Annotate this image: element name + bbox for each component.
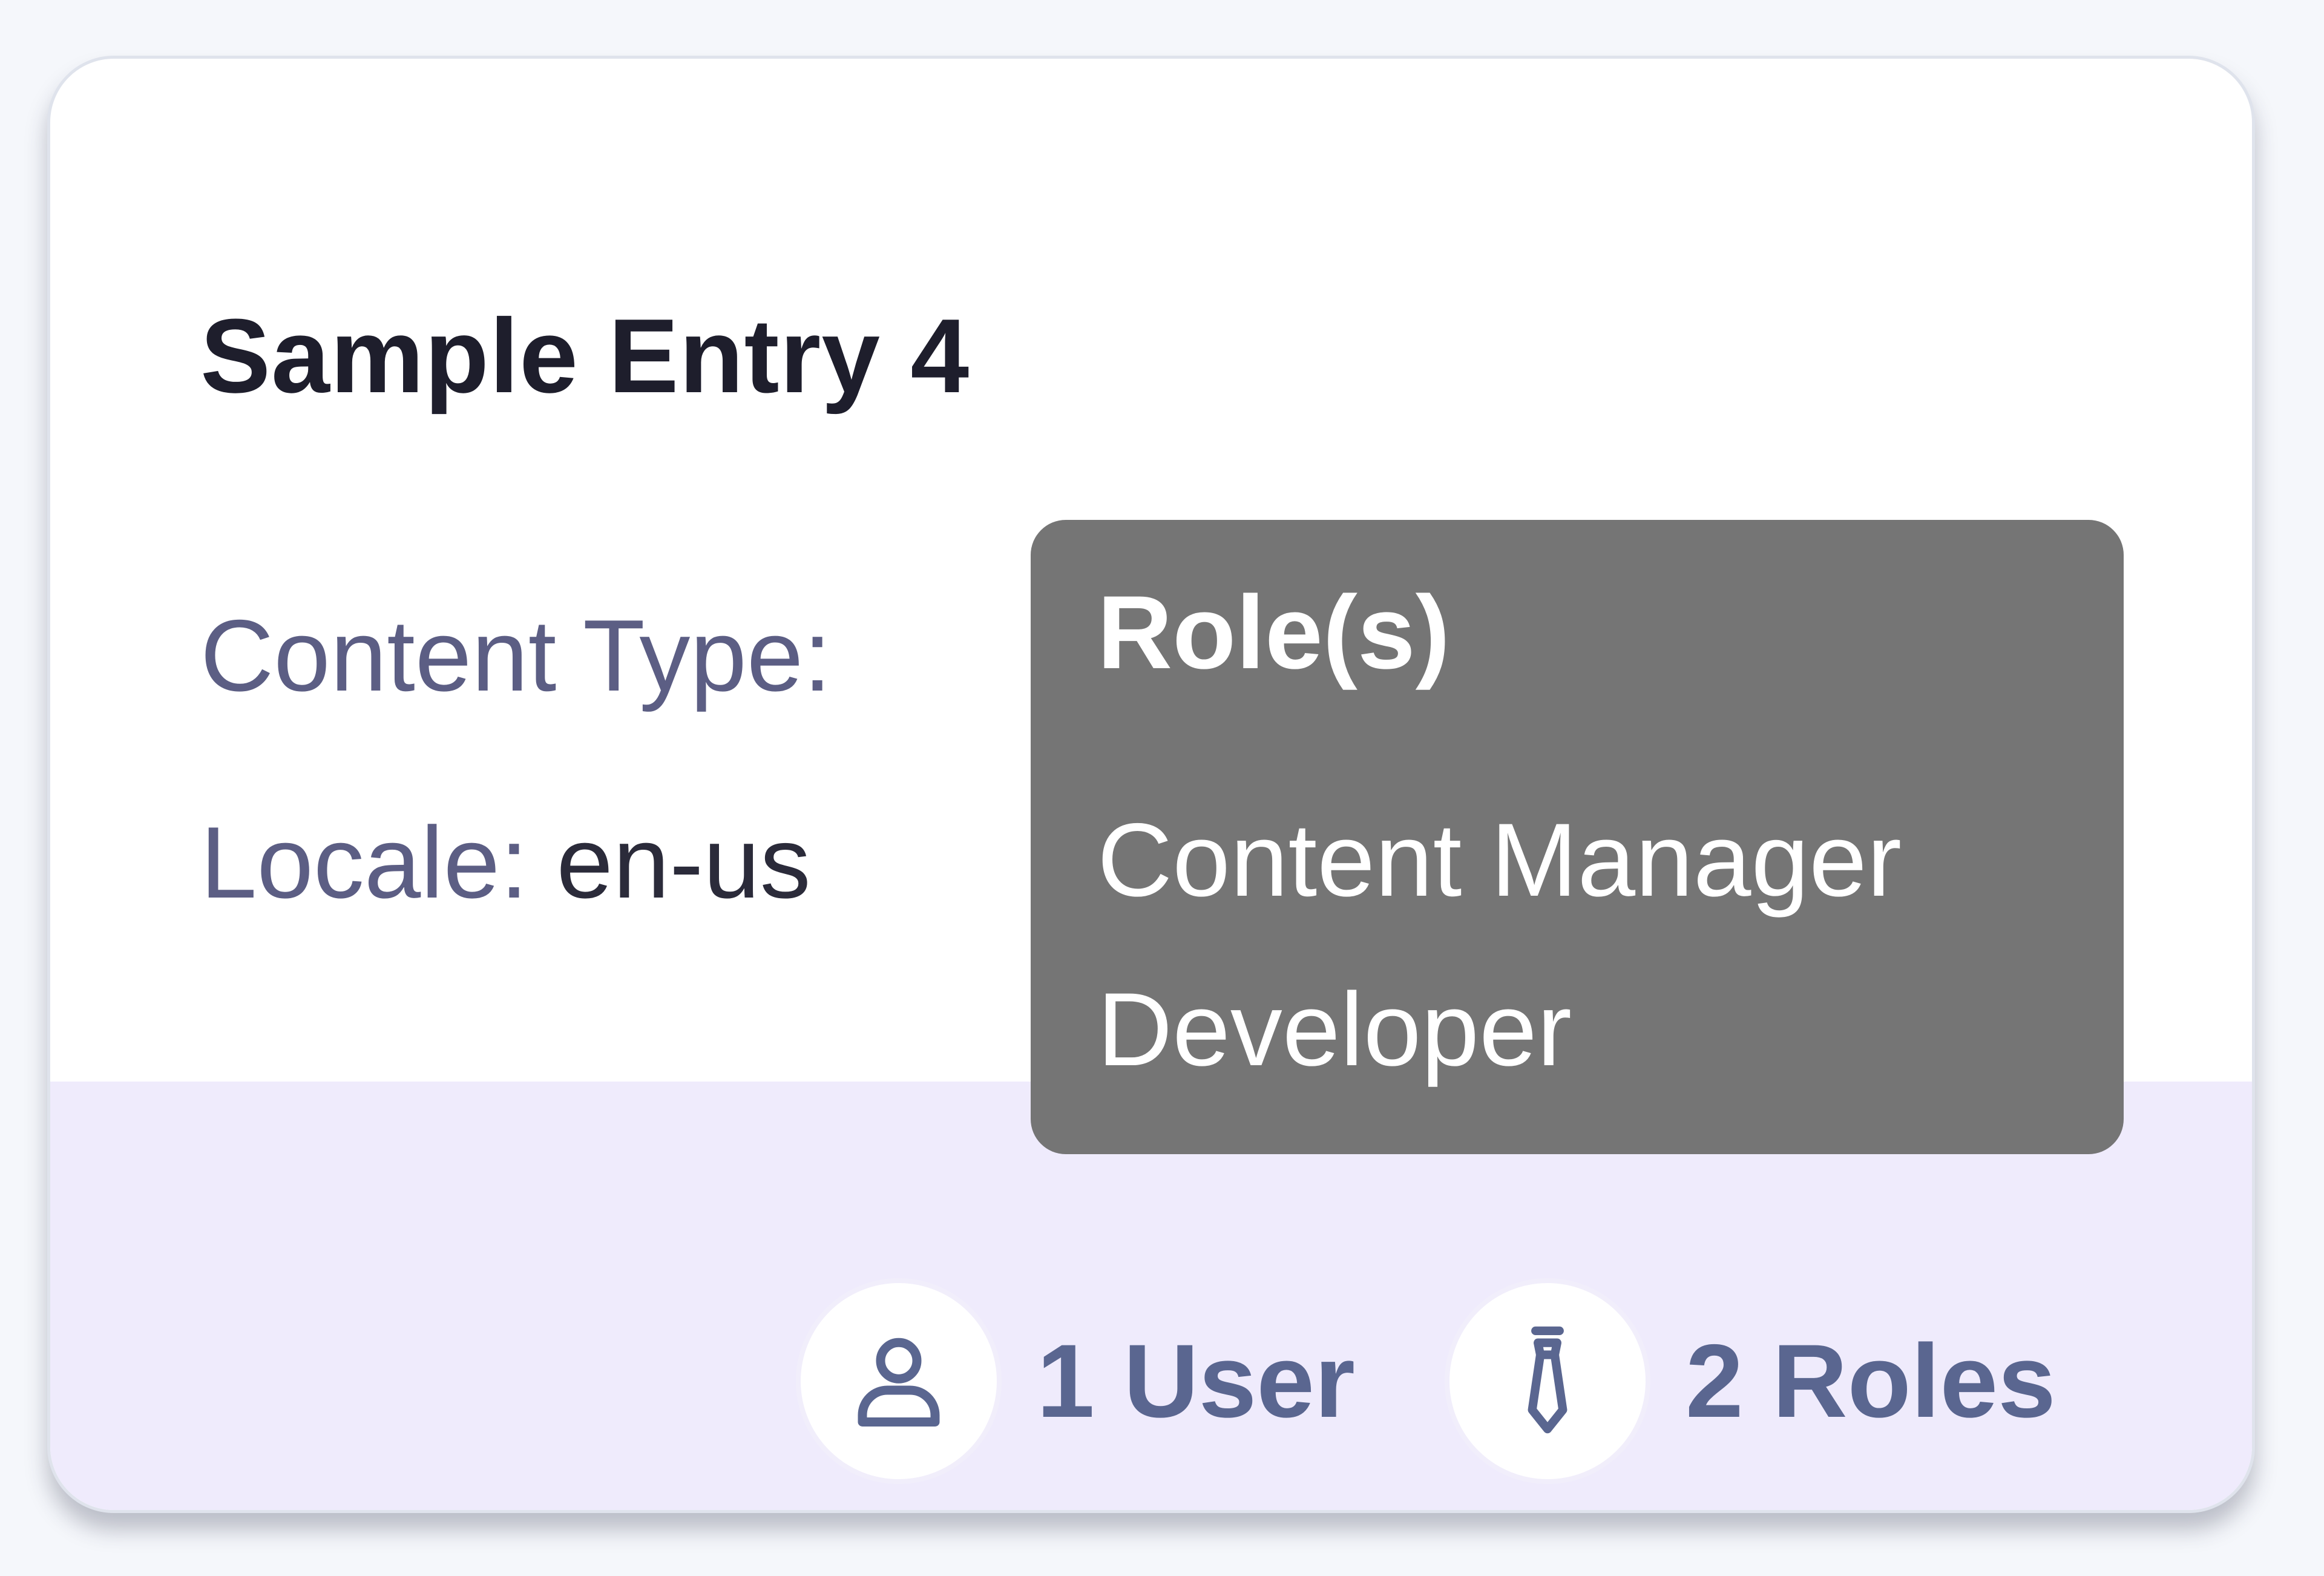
entry-title: Sample Entry 4 (200, 297, 970, 415)
user-icon (796, 1278, 1002, 1484)
content-type-label: Content Type: (200, 599, 832, 712)
roles-count-label: 2 Roles (1686, 1323, 2056, 1439)
users-stat[interactable]: 1 User (796, 1275, 1355, 1487)
tooltip-title: Role(s) (1097, 574, 1450, 691)
locale-row: Locale: en-us (200, 804, 811, 921)
tie-icon (1445, 1278, 1650, 1484)
locale-label: Locale: (200, 806, 528, 919)
content-type-row: Content Type: e (200, 597, 2072, 714)
roles-stat[interactable]: 2 Roles (1445, 1275, 2056, 1487)
roles-tooltip: Role(s) Content Manager Developer (1031, 520, 2124, 1154)
users-count-label: 1 User (1037, 1323, 1355, 1439)
locale-value: en-us (556, 806, 811, 919)
entry-card[interactable]: Sample Entry 4 Content Type: e Locale: e… (47, 56, 2255, 1513)
tooltip-role-item: Content Manager (1097, 802, 1902, 918)
tooltip-role-item: Developer (1097, 971, 1572, 1088)
